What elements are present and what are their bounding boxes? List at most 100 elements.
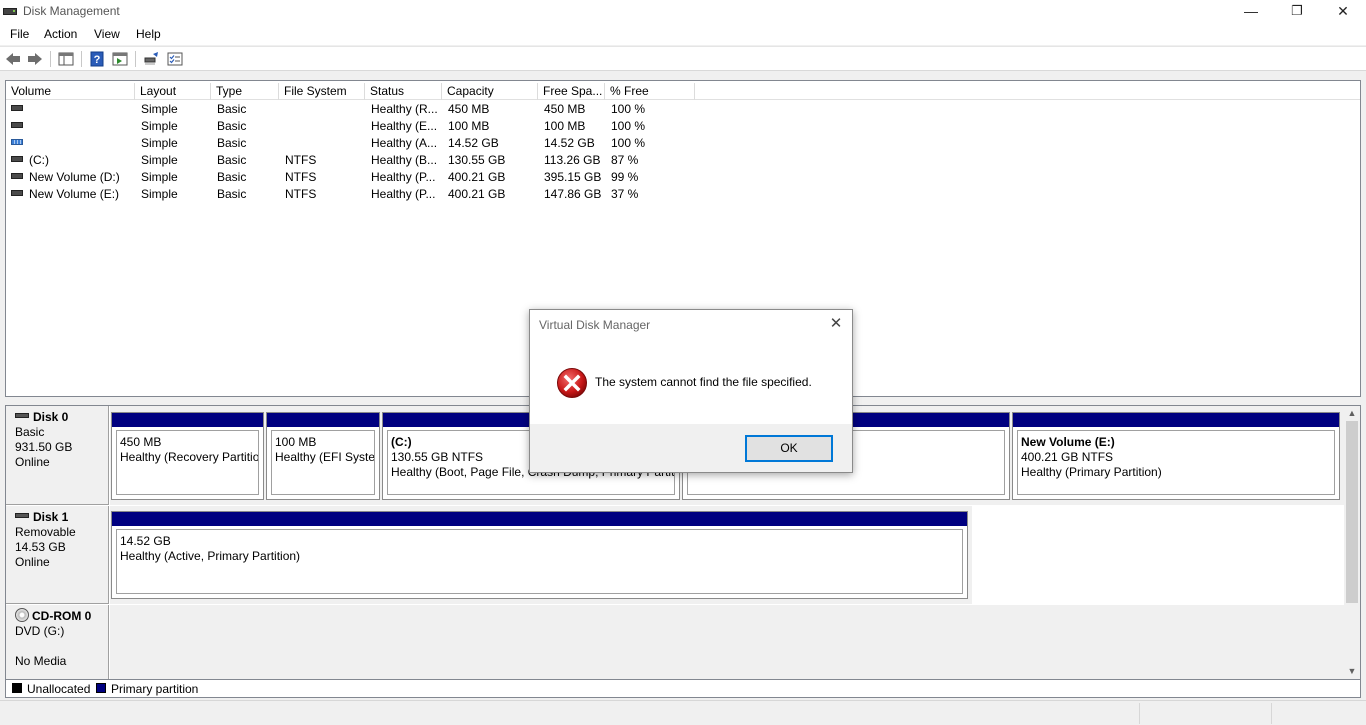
column-header-type[interactable]: Type — [211, 83, 279, 100]
scroll-down-icon[interactable]: ▼ — [1344, 664, 1360, 679]
volume-status-cell: Healthy (R... — [371, 102, 438, 116]
volume-name: New Volume (E:) — [29, 187, 120, 201]
menu-view[interactable]: View — [92, 26, 122, 42]
volume-row[interactable]: New Volume (E:) Simple Basic NTFS Healthy (P… — [6, 186, 1360, 203]
disk-management-app-icon — [3, 5, 17, 17]
volume-row[interactable]: Simple Basic Healthy (R... 450 MB 450 MB 100 … — [6, 101, 1360, 118]
volume-row[interactable]: New Volume (D:) Simple Basic NTFS Healthy (P… — [6, 169, 1360, 186]
dialog-message: The system cannot find the file specifie… — [595, 375, 812, 389]
column-header-file-system[interactable]: File System — [279, 83, 365, 100]
volume-row[interactable]: Simple Basic Healthy (E... 100 MB 100 MB 100 … — [6, 118, 1360, 135]
volume-type-cell: Basic — [217, 119, 247, 133]
column-header-percent-free[interactable]: % Free — [605, 83, 695, 100]
column-header-layout[interactable]: Layout — [135, 83, 211, 100]
error-icon — [557, 368, 587, 398]
help-icon[interactable]: ? — [88, 50, 106, 68]
volume-row[interactable]: Simple Basic Healthy (A... 14.52 GB 14.52 GB… — [6, 135, 1360, 152]
volume-layout-cell: Simple — [141, 136, 178, 150]
volume-layout-cell: Simple — [141, 170, 178, 184]
disk-1-type: Removable — [15, 525, 76, 539]
disk-map-scrollbar[interactable]: ▲ ▼ — [1344, 406, 1360, 679]
volume-fs-cell: NTFS — [285, 153, 317, 167]
partition-status: Healthy (EFI System Partition) — [275, 450, 375, 464]
ok-button[interactable]: OK — [745, 435, 833, 462]
volume-capacity-cell: 400.21 GB — [448, 187, 506, 201]
volume-name-cell — [11, 136, 131, 151]
partition-size: 100 MB — [275, 435, 317, 449]
hard-disk-icon — [15, 413, 29, 419]
cdrom-0-type: DVD (G:) — [15, 624, 65, 638]
dialog-close-button[interactable]: ✕ — [826, 314, 846, 334]
volume-pct-cell: 100 % — [611, 119, 646, 133]
minimize-button[interactable]: — — [1228, 0, 1274, 24]
volume-name-cell — [11, 119, 131, 134]
partition-usb[interactable]: 14.52 GB Healthy (Active, Primary Partit… — [111, 511, 968, 599]
volume-icon — [11, 155, 23, 162]
forward-arrow-icon[interactable] — [26, 50, 44, 68]
primary-partition-swatch — [96, 683, 106, 693]
volume-row[interactable]: (C:) Simple Basic NTFS Healthy (B... 130.55 G… — [6, 152, 1360, 169]
checklist-icon[interactable] — [166, 50, 184, 68]
cdrom-0-name: CD-ROM 0 — [32, 609, 92, 623]
volume-layout-cell: Simple — [141, 153, 178, 167]
disk-1-name: Disk 1 — [33, 510, 69, 524]
cd-rom-icon — [15, 607, 29, 622]
disk-1-size: 14.53 GB — [15, 540, 66, 554]
column-header-capacity[interactable]: Capacity — [442, 83, 538, 100]
title-bar: Disk Management — ❐ ✕ — [0, 0, 1366, 24]
console-tree-icon[interactable] — [57, 50, 75, 68]
partition-status: Healthy (Primary Partition) — [1021, 465, 1162, 479]
volume-name: New Volume (D:) — [29, 170, 120, 184]
volume-free-cell: 395.15 GB — [544, 170, 602, 184]
volume-fs-cell: NTFS — [285, 187, 317, 201]
volume-pct-cell: 100 % — [611, 136, 646, 150]
volume-icon — [11, 172, 23, 179]
partition-size: 14.52 GB — [120, 534, 171, 548]
menu-help[interactable]: Help — [134, 26, 163, 42]
properties-icon[interactable] — [111, 50, 129, 68]
window-title: Disk Management — [23, 4, 120, 18]
column-header-volume[interactable]: Volume — [6, 83, 135, 100]
menu-file[interactable]: File — [8, 26, 31, 42]
volume-capacity-cell: 14.52 GB — [448, 136, 499, 150]
close-button[interactable]: ✕ — [1320, 0, 1366, 24]
volume-capacity-cell: 400.21 GB — [448, 170, 506, 184]
volume-status-cell: Healthy (E... — [371, 119, 438, 133]
menu-action[interactable]: Action — [42, 26, 79, 42]
volume-status-cell: Healthy (B... — [371, 153, 438, 167]
column-header-status[interactable]: Status — [365, 83, 442, 100]
volume-free-cell: 100 MB — [544, 119, 586, 133]
volume-name-cell: (C:) — [11, 153, 131, 168]
volume-free-cell: 14.52 GB — [544, 136, 595, 150]
legend: Unallocated Primary partition — [5, 680, 1361, 698]
restore-button[interactable]: ❐ — [1274, 0, 1320, 24]
volume-type-cell: Basic — [217, 102, 247, 116]
partition-title: New Volume (E:) — [1021, 435, 1115, 449]
disk-1-label[interactable]: Disk 1 Removable 14.53 GB Online — [6, 506, 109, 604]
dialog-title: Virtual Disk Manager — [539, 318, 651, 332]
disk-0-label[interactable]: Disk 0 Basic 931.50 GB Online — [6, 406, 109, 505]
partition-size: 450 MB — [120, 435, 162, 449]
volume-pct-cell: 37 % — [611, 187, 639, 201]
partition-recovery[interactable]: 450 MB Healthy (Recovery Partition) — [111, 412, 264, 500]
cdrom-0-label[interactable]: CD-ROM 0 DVD (G:) No Media — [6, 605, 109, 679]
column-header-free-space[interactable]: Free Spa... — [538, 83, 605, 100]
volume-status-cell: Healthy (P... — [371, 187, 436, 201]
volume-free-cell: 113.26 GB — [544, 153, 601, 167]
disk-0-state: Online — [15, 455, 50, 469]
volume-icon — [11, 138, 23, 145]
volume-layout-cell: Simple — [141, 119, 178, 133]
volume-pct-cell: 99 % — [611, 170, 639, 184]
error-dialog: Virtual Disk Manager ✕ The system cannot… — [529, 309, 853, 473]
partition-e[interactable]: New Volume (E:) 400.21 GB NTFS Healthy (… — [1012, 412, 1340, 500]
volume-pct-cell: 100 % — [611, 102, 646, 116]
disk-0-size: 931.50 GB — [15, 440, 73, 454]
scroll-up-icon[interactable]: ▲ — [1344, 406, 1360, 421]
volume-fs-cell: NTFS — [285, 170, 317, 184]
partition-efi[interactable]: 100 MB Healthy (EFI System Partition) — [266, 412, 380, 500]
connect-disk-icon[interactable] — [142, 50, 160, 68]
partition-status: Healthy (Active, Primary Partition) — [120, 549, 301, 563]
volume-capacity-cell: 100 MB — [448, 119, 490, 133]
back-arrow-icon[interactable] — [4, 50, 22, 68]
scrollbar-thumb[interactable] — [1346, 421, 1358, 603]
